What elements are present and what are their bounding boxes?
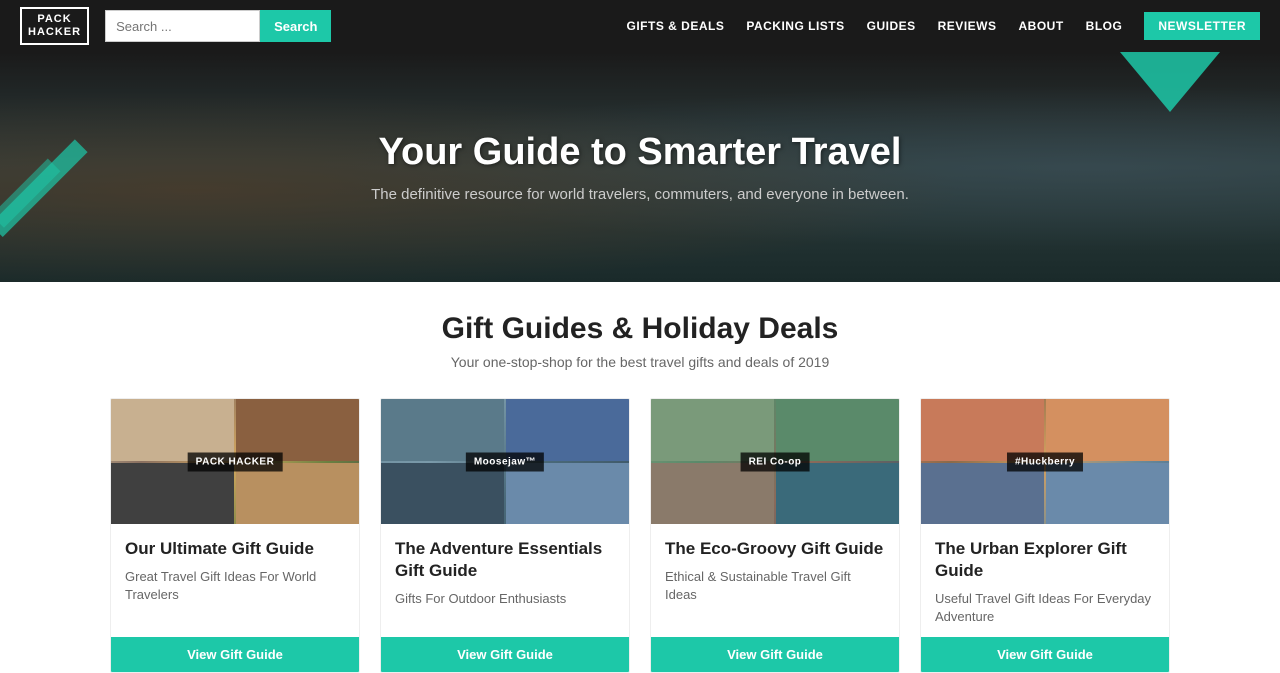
hero-section: Your Guide to Smarter Travel The definit… (0, 52, 1280, 282)
card-2: Moosejaw™ The Adventure Essentials Gift … (380, 398, 630, 673)
card-1-badge: PACK HACKER (188, 452, 283, 471)
card-3-badge: REI Co-op (741, 452, 810, 471)
hero-title: Your Guide to Smarter Travel (371, 131, 909, 174)
header: PACK HACKER Search GIFTS & DEALS PACKING… (0, 0, 1280, 52)
search-button[interactable]: Search (260, 10, 331, 42)
collage-cell (111, 463, 234, 525)
nav-guides[interactable]: GUIDES (867, 19, 916, 33)
card-2-title: The Adventure Essentials Gift Guide (395, 538, 615, 582)
search-form: Search (105, 10, 331, 42)
card-3-desc: Ethical & Sustainable Travel Gift Ideas (665, 568, 885, 604)
nav-blog[interactable]: BLOG (1086, 19, 1123, 33)
hero-content: Your Guide to Smarter Travel The definit… (351, 131, 929, 203)
card-3-body: The Eco-Groovy Gift Guide Ethical & Sust… (651, 524, 899, 637)
card-4-image: #Huckberry (921, 399, 1169, 524)
main-nav: GIFTS & DEALS PACKING LISTS GUIDES REVIE… (627, 12, 1261, 40)
card-2-desc: Gifts For Outdoor Enthusiasts (395, 590, 615, 608)
nav-about[interactable]: ABOUT (1018, 19, 1063, 33)
card-3: REI Co-op The Eco-Groovy Gift Guide Ethi… (650, 398, 900, 673)
logo-text: PACK HACKER (28, 13, 81, 39)
cards-grid: PACK HACKER Our Ultimate Gift Guide Grea… (110, 398, 1170, 673)
card-1-desc: Great Travel Gift Ideas For World Travel… (125, 568, 345, 604)
section-subtitle: Your one-stop-shop for the best travel g… (110, 354, 1170, 370)
card-2-image: Moosejaw™ (381, 399, 629, 524)
nav-reviews[interactable]: REVIEWS (938, 19, 997, 33)
collage-cell (506, 463, 629, 525)
card-4-title: The Urban Explorer Gift Guide (935, 538, 1155, 582)
card-2-badge: Moosejaw™ (466, 452, 544, 471)
collage-cell (381, 463, 504, 525)
card-1-body: Our Ultimate Gift Guide Great Travel Gif… (111, 524, 359, 637)
card-3-title: The Eco-Groovy Gift Guide (665, 538, 885, 560)
search-input[interactable] (105, 10, 260, 42)
nav-packing-lists[interactable]: PACKING LISTS (746, 19, 844, 33)
collage-cell (921, 463, 1044, 525)
card-1-button[interactable]: View Gift Guide (111, 637, 359, 672)
newsletter-button[interactable]: NEWSLETTER (1144, 12, 1260, 40)
card-3-image: REI Co-op (651, 399, 899, 524)
card-1: PACK HACKER Our Ultimate Gift Guide Grea… (110, 398, 360, 673)
card-2-button[interactable]: View Gift Guide (381, 637, 629, 672)
collage-cell (1046, 463, 1169, 525)
logo[interactable]: PACK HACKER (20, 7, 89, 45)
card-3-button[interactable]: View Gift Guide (651, 637, 899, 672)
card-1-title: Our Ultimate Gift Guide (125, 538, 345, 560)
hero-subtitle: The definitive resource for world travel… (371, 186, 909, 203)
card-4-button[interactable]: View Gift Guide (921, 637, 1169, 672)
card-1-image: PACK HACKER (111, 399, 359, 524)
collage-cell (651, 463, 774, 525)
main-content: Gift Guides & Holiday Deals Your one-sto… (90, 282, 1190, 673)
collage-cell (776, 463, 899, 525)
card-2-body: The Adventure Essentials Gift Guide Gift… (381, 524, 629, 637)
card-4-badge: #Huckberry (1007, 452, 1083, 471)
card-4-body: The Urban Explorer Gift Guide Useful Tra… (921, 524, 1169, 637)
hero-decoration-triangle (1120, 52, 1220, 112)
section-title: Gift Guides & Holiday Deals (110, 312, 1170, 346)
card-4: #Huckberry The Urban Explorer Gift Guide… (920, 398, 1170, 673)
card-4-desc: Useful Travel Gift Ideas For Everyday Ad… (935, 590, 1155, 626)
collage-cell (236, 463, 359, 525)
nav-gifts-deals[interactable]: GIFTS & DEALS (627, 19, 725, 33)
